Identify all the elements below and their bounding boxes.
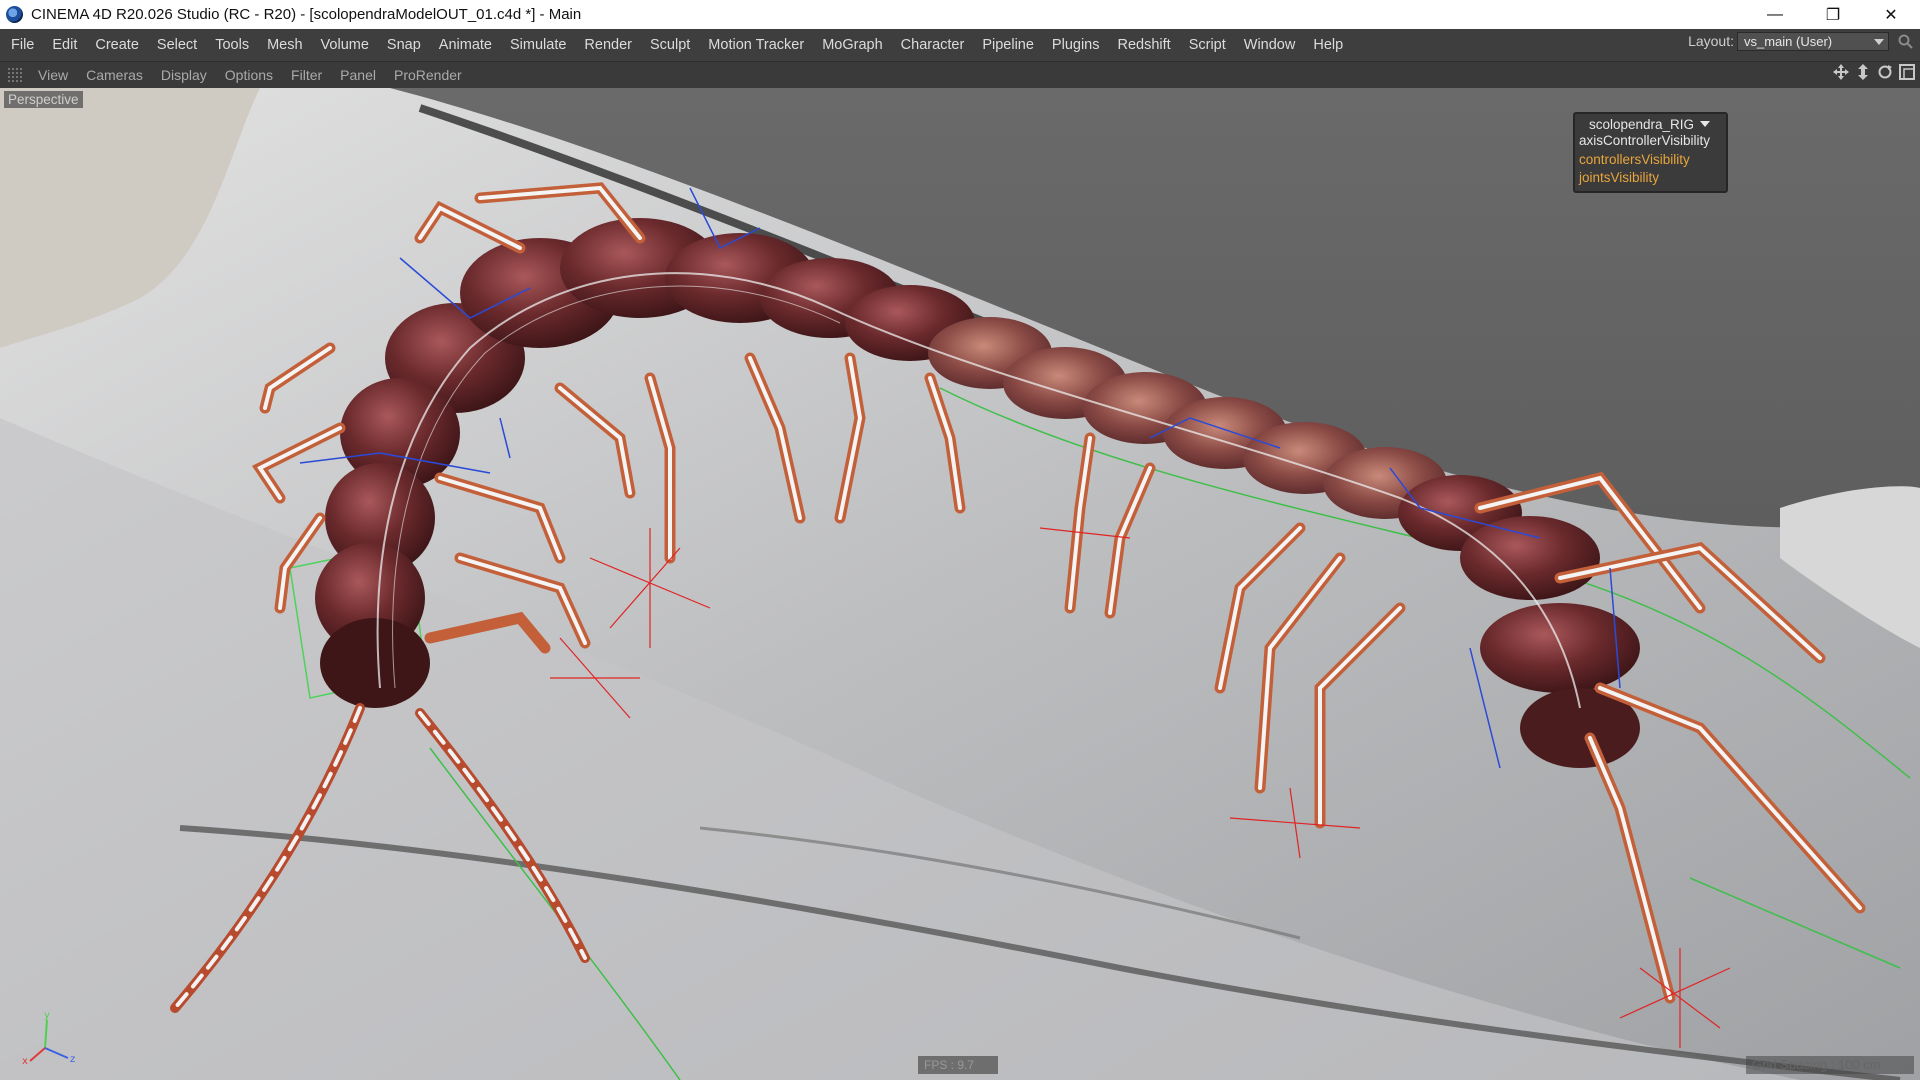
close-button[interactable]: ✕ <box>1862 0 1920 29</box>
menu-volume[interactable]: Volume <box>312 37 378 53</box>
layout-dropdown-value: vs_main (User) <box>1744 34 1833 49</box>
menu-mograph[interactable]: MoGraph <box>813 37 891 53</box>
dolly-view-icon[interactable] <box>1854 63 1872 81</box>
rig-hud-controllers-visibility[interactable]: controllersVisibility <box>1579 151 1726 170</box>
search-icon[interactable] <box>1897 33 1914 50</box>
menu-file[interactable]: File <box>0 37 43 53</box>
menu-help[interactable]: Help <box>1304 37 1352 53</box>
viewport-menubar: View Cameras Display Options Filter Pane… <box>0 61 1920 88</box>
menu-mesh[interactable]: Mesh <box>258 37 311 53</box>
restore-button[interactable]: ❐ <box>1804 0 1862 29</box>
grid-spacing-readout: Grid Spacing : 100 cm <box>1746 1056 1914 1074</box>
minimize-button[interactable]: — <box>1746 0 1804 29</box>
maximize-view-icon[interactable] <box>1898 63 1916 81</box>
menu-pipeline[interactable]: Pipeline <box>973 37 1043 53</box>
menu-script[interactable]: Script <box>1180 37 1235 53</box>
rig-hud-joints-visibility[interactable]: jointsVisibility <box>1579 169 1726 188</box>
menu-select[interactable]: Select <box>148 37 206 53</box>
chevron-down-icon <box>1874 39 1884 45</box>
move-view-icon[interactable] <box>1832 63 1850 81</box>
menu-redshift[interactable]: Redshift <box>1108 37 1179 53</box>
menu-animate[interactable]: Animate <box>430 37 501 53</box>
viewport-scene[interactable] <box>0 88 1920 1080</box>
axis-y-label: y <box>44 1010 50 1021</box>
axis-z-label: z <box>70 1054 75 1065</box>
menu-motion-tracker[interactable]: Motion Tracker <box>699 37 813 53</box>
fps-readout: FPS : 9.7 <box>918 1056 998 1074</box>
world-axis-icon: y x z <box>22 1010 75 1066</box>
menu-simulate[interactable]: Simulate <box>501 37 575 53</box>
viewport-menu-options[interactable]: Options <box>216 67 282 83</box>
menu-render[interactable]: Render <box>575 37 641 53</box>
camera-label[interactable]: Perspective <box>4 91 83 108</box>
layout-dropdown[interactable]: vs_main (User) <box>1737 32 1889 51</box>
menu-plugins[interactable]: Plugins <box>1043 37 1109 53</box>
viewport-menu-filter[interactable]: Filter <box>282 67 331 83</box>
cinema4d-app-icon <box>6 6 23 23</box>
menu-window[interactable]: Window <box>1235 37 1305 53</box>
rig-hud-title[interactable]: scolopendra_RIG <box>1579 117 1726 132</box>
viewport-navigation-tools <box>1832 63 1916 81</box>
rotate-view-icon[interactable] <box>1876 63 1894 81</box>
menu-edit[interactable]: Edit <box>43 37 86 53</box>
axis-x-label: x <box>22 1056 28 1066</box>
window-title: CINEMA 4D R20.026 Studio (RC - R20) - [s… <box>31 6 582 23</box>
menu-snap[interactable]: Snap <box>378 37 430 53</box>
viewport-menu-prorender[interactable]: ProRender <box>385 67 471 83</box>
rig-hud-axis-controller-visibility[interactable]: axisControllerVisibility <box>1579 132 1726 151</box>
menu-tools[interactable]: Tools <box>206 37 258 53</box>
main-menubar: File Edit Create Select Tools Mesh Volum… <box>0 29 1920 61</box>
title-bar: CINEMA 4D R20.026 Studio (RC - R20) - [s… <box>0 0 1920 29</box>
viewport-menu-view[interactable]: View <box>29 67 77 83</box>
rig-hud-panel[interactable]: scolopendra_RIG axisControllerVisibility… <box>1573 112 1728 193</box>
dropdown-triangle-icon <box>1700 121 1711 127</box>
viewport-menu-cameras[interactable]: Cameras <box>77 67 152 83</box>
viewport-menu-display[interactable]: Display <box>152 67 216 83</box>
viewport-menu-panel[interactable]: Panel <box>331 67 385 83</box>
grip-icon[interactable] <box>7 67 23 83</box>
perspective-viewport[interactable]: Perspective scolopendra_RIG axisControll… <box>0 88 1920 1080</box>
menu-sculpt[interactable]: Sculpt <box>641 37 699 53</box>
layout-label: Layout: <box>1688 33 1734 49</box>
menu-create[interactable]: Create <box>86 37 148 53</box>
menu-character[interactable]: Character <box>892 37 974 53</box>
